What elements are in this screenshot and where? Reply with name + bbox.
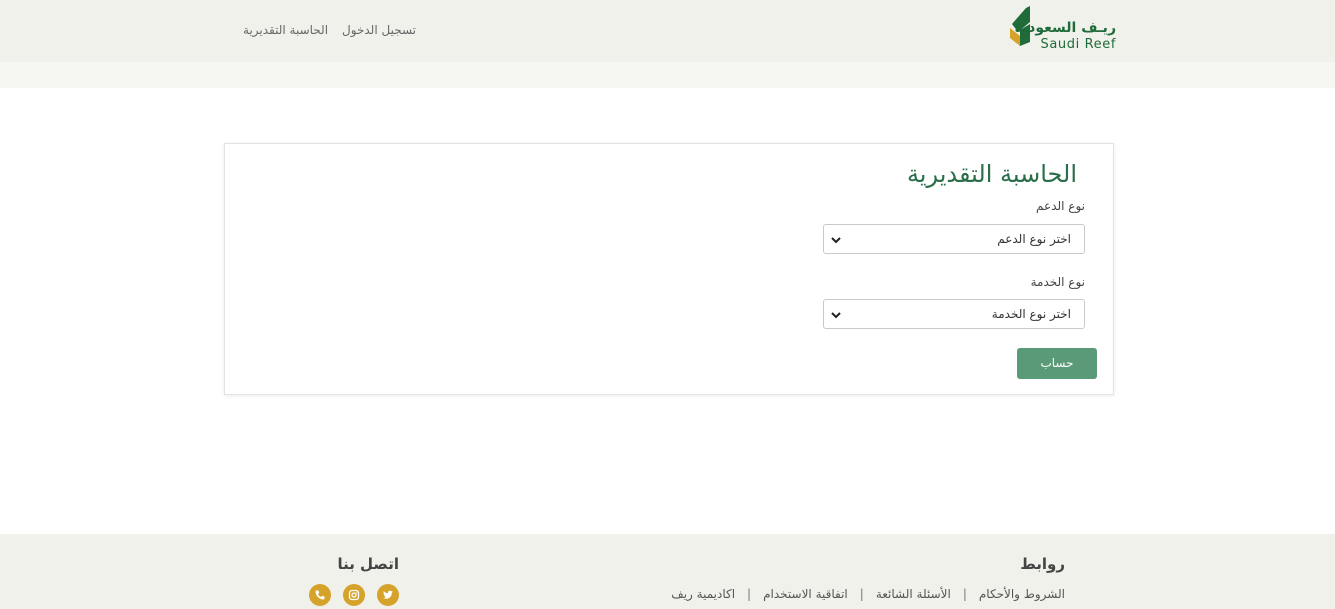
service-type-label: نوع الخدمة — [1030, 275, 1085, 289]
service-type-selected: اختر نوع الخدمة — [991, 307, 1071, 321]
chevron-down-icon — [831, 237, 841, 244]
chevron-down-icon — [831, 312, 841, 319]
calculate-button[interactable]: حساب — [1017, 348, 1097, 379]
support-type-selected: اختر نوع الدعم — [997, 232, 1071, 246]
reef-academy-link[interactable]: اكاديمية ريف — [671, 587, 735, 601]
footer: روابط الشروط والأحكام | الأسئلة الشائعة … — [0, 534, 1335, 609]
calculator-card: الحاسبة التقديرية نوع الدعم اختر نوع الد… — [224, 143, 1114, 395]
instagram-glyph — [348, 589, 360, 601]
faq-link[interactable]: الأسئلة الشائعة — [876, 587, 951, 601]
usage-agreement-link[interactable]: اتفاقية الاستخدام — [763, 587, 848, 601]
service-type-select[interactable]: اختر نوع الخدمة — [823, 299, 1085, 329]
twitter-icon[interactable] — [377, 584, 399, 606]
saudi-reef-logo[interactable]: ريـف السعودية Saudi Reef — [1008, 2, 1116, 54]
top-header: ريـف السعودية Saudi Reef تسجيل الدخول ال… — [0, 0, 1335, 62]
link-separator: | — [747, 587, 752, 601]
phone-glyph — [315, 590, 325, 600]
nav-calculator-link[interactable]: الحاسبة التقديرية — [243, 20, 328, 40]
terms-link[interactable]: الشروط والأحكام — [979, 587, 1065, 601]
twitter-glyph — [383, 590, 393, 599]
sub-header-bar — [0, 62, 1335, 88]
page-title: الحاسبة التقديرية — [906, 160, 1077, 188]
support-type-label: نوع الدعم — [1036, 199, 1085, 213]
footer-links-heading: روابط — [1020, 555, 1065, 573]
logo-text-arabic: ريـف السعودية — [1014, 20, 1116, 36]
nav-login-link[interactable]: تسجيل الدخول — [342, 20, 416, 40]
link-separator: | — [859, 587, 864, 601]
link-separator: | — [962, 587, 967, 601]
footer-contact-heading: اتصل بنا — [337, 555, 399, 573]
social-icons — [309, 584, 399, 606]
top-nav: تسجيل الدخول الحاسبة التقديرية — [226, 20, 416, 40]
logo-text-english: Saudi Reef — [1040, 37, 1116, 52]
footer-links: الشروط والأحكام | الأسئلة الشائعة | اتفا… — [671, 587, 1065, 601]
instagram-icon[interactable] — [343, 584, 365, 606]
phone-icon[interactable] — [309, 584, 331, 606]
support-type-select[interactable]: اختر نوع الدعم — [823, 224, 1085, 254]
